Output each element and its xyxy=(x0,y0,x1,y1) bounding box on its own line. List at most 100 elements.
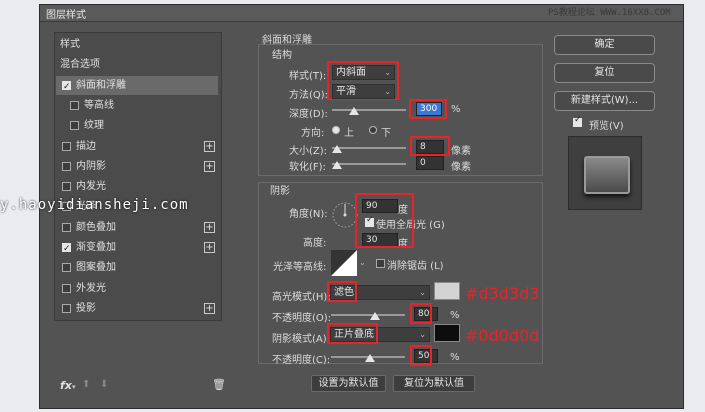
annotation-box xyxy=(410,303,432,324)
depth-slider-track[interactable] xyxy=(332,109,406,111)
sidebar-item-1[interactable]: 混合选项 xyxy=(56,55,218,74)
sidebar-item-label: 渐变叠加 xyxy=(76,242,116,253)
add-effect-icon[interactable]: + xyxy=(204,242,215,253)
sidebar-item-checkbox[interactable] xyxy=(70,121,79,130)
size-unit: 像素 xyxy=(451,146,471,157)
chevron-down-icon: ⌄ xyxy=(419,330,426,339)
add-effect-icon[interactable]: + xyxy=(204,222,215,233)
sidebar-item-checkbox[interactable] xyxy=(62,162,71,171)
annotation-box xyxy=(327,323,378,344)
structure-title: 结构 xyxy=(272,50,292,61)
method-dropdown[interactable]: 平滑 ⌄ xyxy=(332,84,395,99)
soften-slider-thumb[interactable] xyxy=(332,161,342,169)
sidebar-item-checkbox[interactable] xyxy=(62,240,71,259)
highlight-opacity-track[interactable] xyxy=(331,314,405,316)
depth-slider-thumb[interactable] xyxy=(349,107,359,115)
new-style-button[interactable]: 新建样式(W)... xyxy=(554,91,655,111)
highlight-opacity-thumb[interactable] xyxy=(370,312,380,320)
sidebar-item-3[interactable]: 等高线 xyxy=(56,96,218,115)
sidebar-item-checkbox[interactable] xyxy=(62,304,71,313)
sidebar-item-checkbox[interactable] xyxy=(62,78,71,97)
size-slider-thumb[interactable] xyxy=(332,145,342,153)
sidebar-item-9[interactable]: 颜色叠加 + xyxy=(56,218,218,237)
add-effect-icon[interactable]: + xyxy=(204,141,215,152)
annotation-box xyxy=(410,345,432,366)
antialias-checkbox[interactable] xyxy=(376,259,385,268)
soften-slider-track[interactable] xyxy=(332,163,406,165)
sidebar-item-0[interactable]: 样式 xyxy=(56,35,218,54)
sidebar-item-label: 内发光 xyxy=(76,181,106,192)
highlight-color-swatch[interactable] xyxy=(434,282,460,300)
move-up-icon[interactable]: ⬆ xyxy=(82,379,90,390)
antialias-label: 消除锯齿 (L) xyxy=(387,261,444,272)
add-effect-icon[interactable]: + xyxy=(204,161,215,172)
sidebar-item-checkbox[interactable] xyxy=(62,182,71,191)
sidebar-item-label: 混合选项 xyxy=(60,59,100,70)
shadow-color-annotation: #0d0d0d xyxy=(465,326,540,345)
reset-default-button[interactable]: 复位为默认值 xyxy=(393,375,475,392)
preview-label: 预览(V) xyxy=(589,121,624,132)
sidebar-item-6[interactable]: 内阴影 + xyxy=(56,157,218,176)
preview-thumbnail xyxy=(584,156,630,194)
sidebar-item-12[interactable]: 外发光 xyxy=(56,279,218,298)
sidebar-item-checkbox[interactable] xyxy=(62,142,71,151)
overlay-watermark: y.haoyidiansheji.com xyxy=(0,197,189,213)
ok-button[interactable]: 确定 xyxy=(554,35,655,55)
size-label: 大小(Z): xyxy=(289,146,328,157)
shadow-mode-label: 阴影模式(A): xyxy=(272,334,331,345)
preview-checkbox[interactable] xyxy=(573,115,582,127)
shadow-opacity-unit: % xyxy=(450,352,460,363)
annotation-box xyxy=(327,281,357,302)
sidebar-item-label: 图案叠加 xyxy=(76,262,116,273)
sidebar-item-checkbox[interactable] xyxy=(70,101,79,110)
fx-icon[interactable]: fx xyxy=(60,379,72,392)
direction-up-radio[interactable] xyxy=(332,126,340,134)
sidebar-item-label: 纹理 xyxy=(84,120,104,131)
sidebar-item-13[interactable]: 投影 + xyxy=(56,299,218,318)
reset-button[interactable]: 复位 xyxy=(554,63,655,83)
direction-up-label: 上 xyxy=(344,128,354,139)
sidebar-item-checkbox[interactable] xyxy=(62,263,71,272)
direction-label: 方向: xyxy=(301,128,325,139)
trash-icon[interactable]: 🗑 xyxy=(212,378,226,391)
shading-title: 阴影 xyxy=(270,186,290,197)
style-label: 样式(T): xyxy=(289,71,327,82)
preview-box xyxy=(568,136,642,210)
add-effect-icon[interactable]: + xyxy=(204,303,215,314)
sidebar-item-2[interactable]: 斜面和浮雕 xyxy=(56,76,218,97)
altitude-label: 高度: xyxy=(303,238,327,249)
sidebar-item-7[interactable]: 内发光 xyxy=(56,177,218,196)
sidebar-item-10[interactable]: 渐变叠加 + xyxy=(56,238,218,259)
soften-input[interactable]: 0 xyxy=(416,156,444,170)
chevron-down-icon[interactable]: ⌄ xyxy=(359,258,366,267)
size-slider-track[interactable] xyxy=(332,147,406,149)
make-default-button[interactable]: 设置为默认值 xyxy=(311,375,386,392)
highlight-opacity-unit: % xyxy=(450,310,460,321)
chevron-down-icon: ⌄ xyxy=(384,87,391,96)
sidebar-item-11[interactable]: 图案叠加 xyxy=(56,258,218,277)
shadow-color-swatch[interactable] xyxy=(434,324,460,342)
depth-label: 深度(D): xyxy=(289,109,328,120)
sidebar-item-label: 样式 xyxy=(60,39,80,50)
sidebar-footer: fx ▾ ⬆ ⬇ 🗑 xyxy=(56,375,226,397)
sidebar-item-label: 斜面和浮雕 xyxy=(76,80,126,91)
move-down-icon[interactable]: ⬇ xyxy=(100,379,108,390)
direction-down-radio[interactable] xyxy=(369,126,377,134)
sidebar-item-4[interactable]: 纹理 xyxy=(56,116,218,135)
shadow-opacity-thumb[interactable] xyxy=(365,354,375,362)
dialog-title: 图层样式 xyxy=(46,10,86,21)
soften-unit: 像素 xyxy=(451,162,471,173)
annotation-box xyxy=(355,193,414,248)
sidebar-item-checkbox[interactable] xyxy=(62,284,71,293)
soften-label: 软化(F): xyxy=(289,162,326,173)
sidebar-item-label: 外发光 xyxy=(76,283,106,294)
direction-down-label: 下 xyxy=(381,128,391,139)
sidebar-item-5[interactable]: 描边 + xyxy=(56,137,218,156)
fx-dropdown-icon[interactable]: ▾ xyxy=(72,383,76,391)
sidebar-item-label: 投影 xyxy=(76,303,96,314)
sidebar-item-label: 颜色叠加 xyxy=(76,222,116,233)
highlight-color-annotation: #d3d3d3 xyxy=(465,284,540,303)
angle-label: 角度(N): xyxy=(289,209,328,220)
sidebar-item-checkbox[interactable] xyxy=(62,223,71,232)
gloss-contour-swatch[interactable] xyxy=(331,250,357,276)
